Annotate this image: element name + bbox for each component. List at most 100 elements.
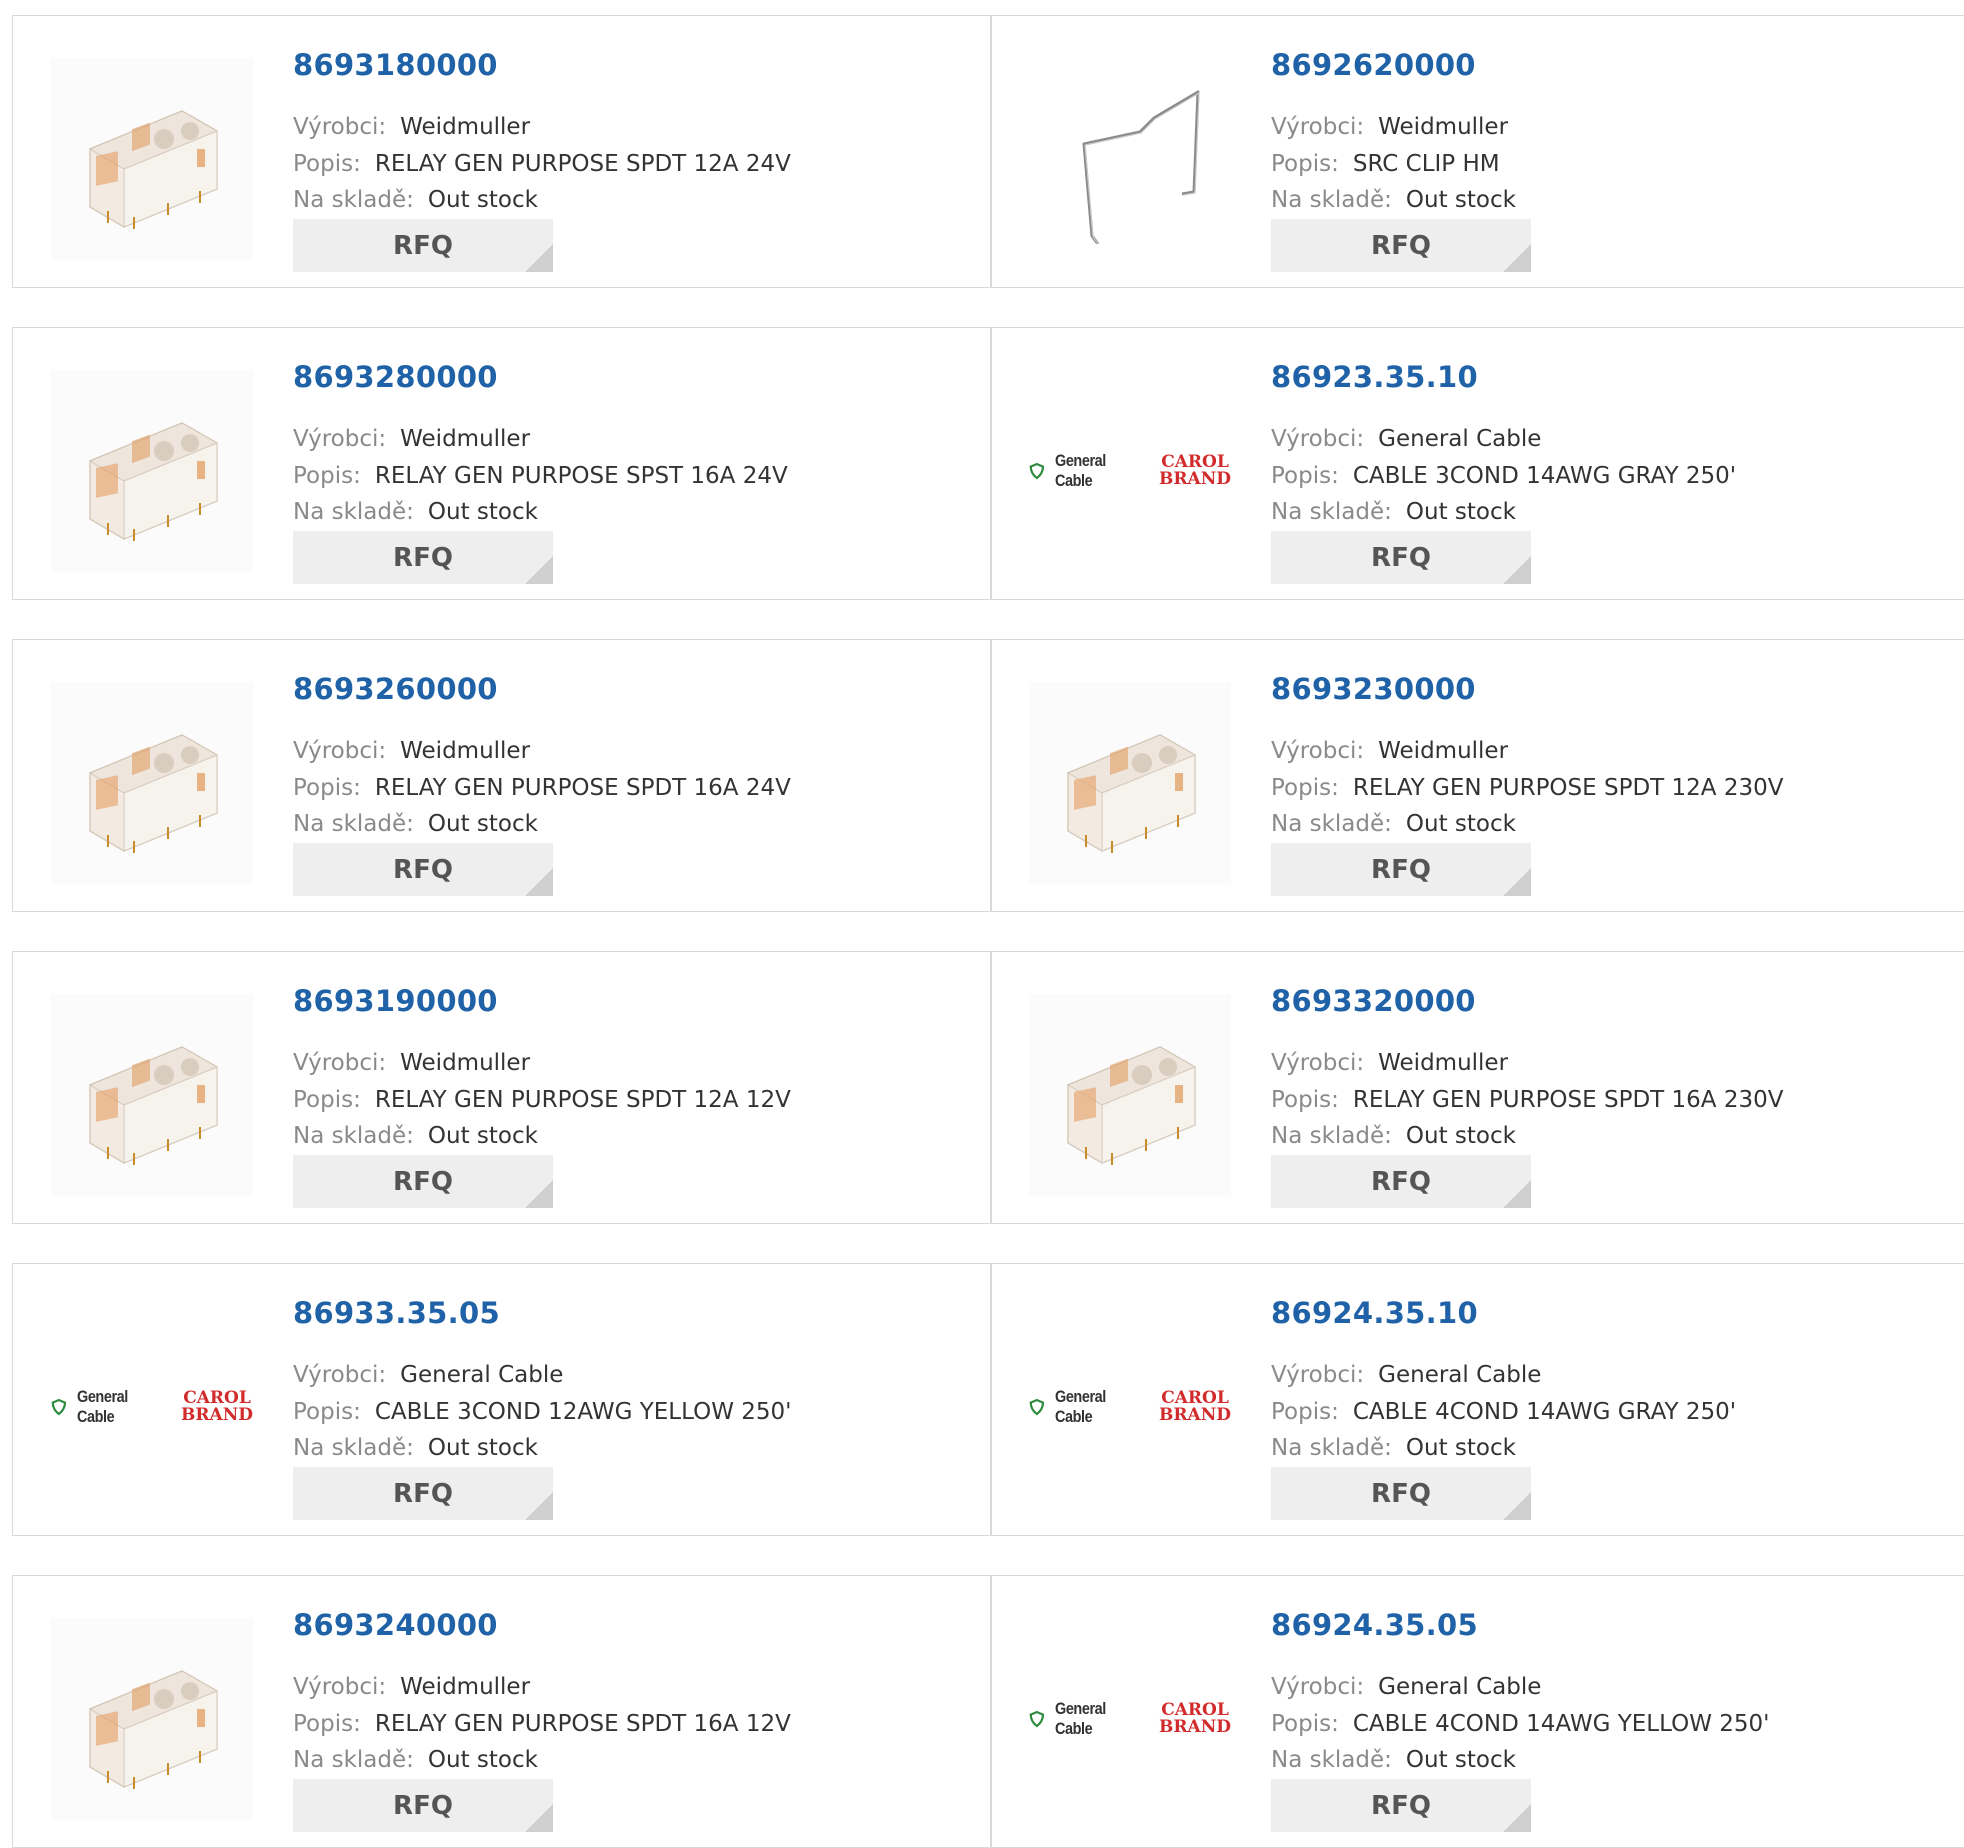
corner-triangle-icon xyxy=(525,244,553,272)
manufacturer-value: Weidmuller xyxy=(1378,738,1509,764)
part-number-link[interactable]: 8693190000 xyxy=(293,984,498,1018)
description-label: Popis: xyxy=(1271,151,1339,177)
product-card: 8693320000 Výrobci: Weidmuller Popis: RELAY … xyxy=(991,952,1964,1223)
part-number-link[interactable]: 8693280000 xyxy=(293,360,498,394)
stock-value: Out stock xyxy=(1405,1435,1516,1461)
description-line: Popis: CABLE 4COND 14AWG YELLOW 250' xyxy=(1271,1711,1769,1737)
part-number-link[interactable]: 8693180000 xyxy=(293,48,498,82)
manufacturer-value: Weidmuller xyxy=(400,426,531,452)
manufacturer-line: Výrobci: Weidmuller xyxy=(293,426,530,452)
rfq-button[interactable]: RFQ xyxy=(293,1779,553,1832)
corner-triangle-icon xyxy=(1503,244,1531,272)
manufacturer-line: Výrobci: General Cable xyxy=(293,1362,563,1388)
rfq-button[interactable]: RFQ xyxy=(293,531,553,584)
stock-line: Na skladě: Out stock xyxy=(293,1123,538,1149)
general-cable-logo[interactable]: General Cable CAROL BRAND xyxy=(1029,1306,1231,1508)
stock-label: Na skladě: xyxy=(293,1747,414,1773)
corner-triangle-icon xyxy=(525,868,553,896)
corner-triangle-icon xyxy=(1503,1180,1531,1208)
manufacturer-label: Výrobci: xyxy=(1271,114,1365,140)
relay-image[interactable] xyxy=(1029,682,1231,884)
manufacturer-value: Weidmuller xyxy=(400,1674,531,1700)
relay-image[interactable] xyxy=(1029,994,1231,1196)
rfq-button[interactable]: RFQ xyxy=(1271,1779,1531,1832)
rfq-button[interactable]: RFQ xyxy=(293,1467,553,1520)
stock-label: Na skladě: xyxy=(293,499,414,525)
part-number-link[interactable]: 8693230000 xyxy=(1271,672,1476,706)
stock-value: Out stock xyxy=(427,1747,538,1773)
part-number-link[interactable]: 86933.35.05 xyxy=(293,1296,500,1330)
manufacturer-value: General Cable xyxy=(400,1362,564,1388)
stock-value: Out stock xyxy=(1405,1123,1516,1149)
stock-value: Out stock xyxy=(427,1123,538,1149)
general-cable-logo[interactable]: General Cable CAROL BRAND xyxy=(1029,370,1231,572)
manufacturer-line: Výrobci: Weidmuller xyxy=(293,114,530,140)
rfq-button[interactable]: RFQ xyxy=(1271,219,1531,272)
product-row: 8693180000 Výrobci: Weidmuller Popis: RELAY … xyxy=(12,15,1964,288)
manufacturer-label: Výrobci: xyxy=(293,114,387,140)
part-number-link[interactable]: 86924.35.05 xyxy=(1271,1608,1478,1642)
rfq-button[interactable]: RFQ xyxy=(293,1155,553,1208)
carol-brand-mark: CAROL BRAND xyxy=(1159,1702,1231,1736)
general-cable-logo[interactable]: General Cable CAROL BRAND xyxy=(1029,1618,1231,1820)
general-cable-text: General Cable xyxy=(1054,451,1106,490)
manufacturer-line: Výrobci: Weidmuller xyxy=(293,738,530,764)
rfq-button[interactable]: RFQ xyxy=(1271,531,1531,584)
rfq-label: RFQ xyxy=(393,230,453,261)
description-value: RELAY GEN PURPOSE SPDT 12A 24V xyxy=(374,151,791,177)
product-row: General Cable CAROL BRAND 86933.35.05 Výrobc… xyxy=(12,1263,1964,1536)
product-row: 8693280000 Výrobci: Weidmuller Popis: RELAY … xyxy=(12,327,1964,600)
clip-image[interactable] xyxy=(1029,58,1231,260)
part-number-link[interactable]: 8692620000 xyxy=(1271,48,1476,82)
relay-image[interactable] xyxy=(51,370,253,572)
carol-brand-mark: CAROL BRAND xyxy=(1159,1390,1231,1424)
stock-label: Na skladě: xyxy=(293,187,414,213)
corner-triangle-icon xyxy=(525,1804,553,1832)
relay-image[interactable] xyxy=(51,58,253,260)
part-number-link[interactable]: 8693320000 xyxy=(1271,984,1476,1018)
relay-image[interactable] xyxy=(51,994,253,1196)
rfq-label: RFQ xyxy=(1371,230,1431,261)
relay-image[interactable] xyxy=(51,682,253,884)
description-label: Popis: xyxy=(293,151,361,177)
stock-line: Na skladě: Out stock xyxy=(1271,1123,1516,1149)
brand-text: BRAND xyxy=(1159,469,1231,489)
part-number-link[interactable]: 86924.35.10 xyxy=(1271,1296,1478,1330)
description-line: Popis: RELAY GEN PURPOSE SPDT 16A 24V xyxy=(293,775,791,801)
description-label: Popis: xyxy=(1271,775,1339,801)
brand-text: BRAND xyxy=(181,1405,253,1425)
product-card: General Cable CAROL BRAND 86924.35.10 Výrobc… xyxy=(991,1264,1964,1535)
description-line: Popis: RELAY GEN PURPOSE SPST 16A 24V xyxy=(293,463,788,489)
manufacturer-line: Výrobci: Weidmuller xyxy=(1271,738,1508,764)
description-value: RELAY GEN PURPOSE SPDT 16A 12V xyxy=(374,1711,791,1737)
rfq-button[interactable]: RFQ xyxy=(1271,843,1531,896)
part-number-link[interactable]: 86923.35.10 xyxy=(1271,360,1478,394)
general-cable-logo[interactable]: General Cable CAROL BRAND xyxy=(51,1306,253,1508)
stock-label: Na skladě: xyxy=(1271,811,1392,837)
rfq-button[interactable]: RFQ xyxy=(1271,1467,1531,1520)
stock-label: Na skladě: xyxy=(1271,187,1392,213)
part-number-link[interactable]: 8693240000 xyxy=(293,1608,498,1642)
description-value: RELAY GEN PURPOSE SPDT 16A 230V xyxy=(1352,1087,1784,1113)
rfq-button[interactable]: RFQ xyxy=(1271,1155,1531,1208)
relay-image[interactable] xyxy=(51,1618,253,1820)
stock-label: Na skladě: xyxy=(1271,1123,1392,1149)
part-number-link[interactable]: 8693260000 xyxy=(293,672,498,706)
stock-value: Out stock xyxy=(427,1435,538,1461)
stock-line: Na skladě: Out stock xyxy=(293,811,538,837)
description-line: Popis: CABLE 3COND 12AWG YELLOW 250' xyxy=(293,1399,791,1425)
stock-value: Out stock xyxy=(427,499,538,525)
corner-triangle-icon xyxy=(1503,1804,1531,1832)
rfq-button[interactable]: RFQ xyxy=(293,219,553,272)
shield-icon xyxy=(1029,1710,1045,1728)
general-cable-text: General Cable xyxy=(1054,1699,1106,1738)
rfq-button[interactable]: RFQ xyxy=(293,843,553,896)
manufacturer-line: Výrobci: Weidmuller xyxy=(1271,1050,1508,1076)
description-line: Popis: RELAY GEN PURPOSE SPDT 12A 12V xyxy=(293,1087,791,1113)
brand-logo: General Cable CAROL BRAND xyxy=(1029,1387,1231,1427)
brand-logo: General Cable CAROL BRAND xyxy=(1029,1699,1231,1739)
description-line: Popis: RELAY GEN PURPOSE SPDT 16A 230V xyxy=(1271,1087,1783,1113)
stock-line: Na skladě: Out stock xyxy=(1271,499,1516,525)
brand-text: BRAND xyxy=(1159,1405,1231,1425)
description-line: Popis: CABLE 4COND 14AWG GRAY 250' xyxy=(1271,1399,1736,1425)
